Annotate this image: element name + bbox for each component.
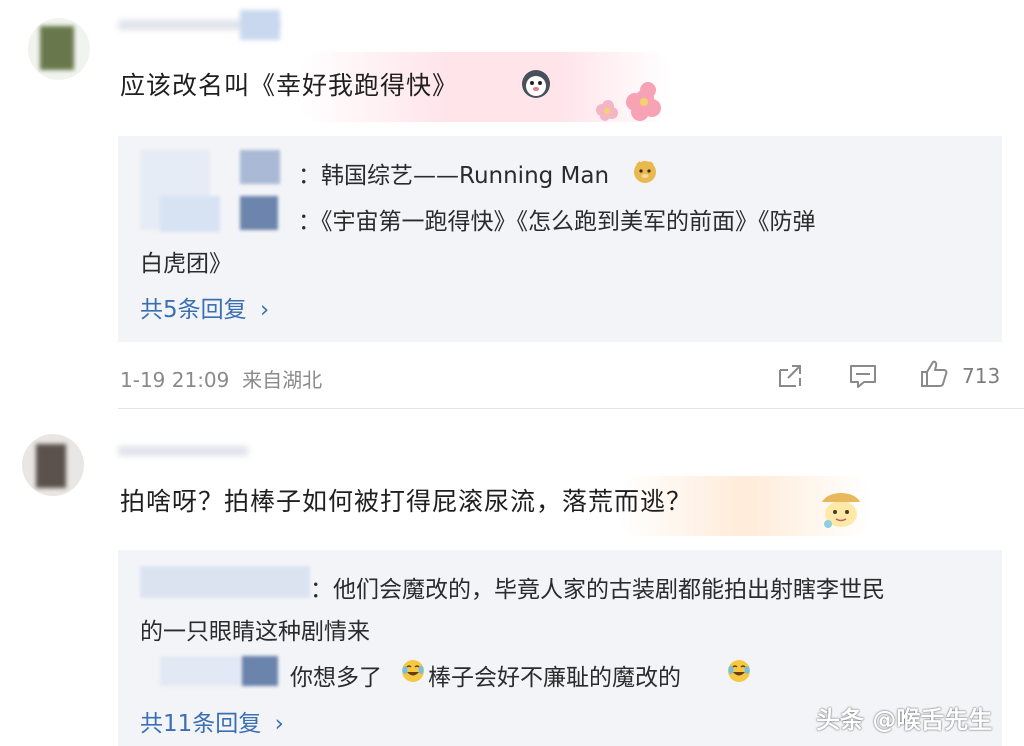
avatar[interactable] [28, 18, 90, 80]
reply-username-blurred [240, 150, 280, 184]
watermark: 头条 @喉舌先生 [816, 706, 993, 734]
share-icon[interactable] [776, 362, 804, 390]
location: 来自湖北 [242, 368, 323, 392]
reply-username-blurred [160, 656, 250, 686]
laugh-cry-emoji-icon [402, 660, 424, 682]
view-replies-link[interactable]: 共11条回复 › [140, 704, 284, 738]
comment-icon[interactable] [848, 362, 878, 390]
doge-emoji-icon [634, 161, 656, 183]
username-blurred [240, 10, 280, 40]
view-replies-link[interactable]: 共5条回复 › [140, 290, 269, 324]
chevron-right-icon: › [274, 711, 284, 737]
reply-username-blurred [160, 196, 220, 232]
laugh-cry-emoji-icon [728, 660, 750, 682]
like-count: 713 [962, 364, 1001, 388]
husky-emoji-icon [522, 70, 550, 98]
view-replies-label: 共5条回复 [140, 297, 247, 323]
reply-text: ：《宇宙第一跑得快》《怎么跑到美军的前面》《防弹 [298, 209, 816, 235]
comment-text: 拍啥呀？拍棒子如何被打得屁滚尿流，落荒而逃？ [120, 487, 693, 516]
chevron-right-icon: › [259, 297, 270, 323]
reply-text: ：韩国综艺——Running Man [298, 163, 610, 189]
reply-username-blurred [240, 196, 278, 230]
reply-text: 棒子会好不廉耻的魔改的 [428, 665, 681, 691]
divider [118, 408, 1024, 409]
comment-timestamp: 1-19 21:09 来自湖北 [120, 364, 322, 393]
timestamp: 1-19 21:09 [120, 368, 230, 392]
view-replies-label: 共11条回复 [140, 711, 262, 737]
reply-text: 白虎团》 [140, 251, 232, 277]
avatar[interactable] [22, 434, 84, 496]
comment-text: 应该改名叫《幸好我跑得快》 [120, 71, 459, 100]
reply-text: 的一只眼睛这种剧情来 [140, 619, 370, 645]
reply-username-blurred [242, 656, 278, 686]
reply-text: 你想多了 [290, 665, 382, 691]
cartoon-girl-sticker-icon [822, 493, 860, 528]
thumbs-up-icon[interactable] [918, 358, 950, 390]
flower-decoration-icon [596, 82, 661, 121]
reply-username-blurred [140, 566, 310, 598]
reply-text: ：他们会魔改的，毕竟人家的古装剧都能拍出射瞎李世民 [310, 577, 885, 603]
username-blurred[interactable] [118, 446, 248, 456]
